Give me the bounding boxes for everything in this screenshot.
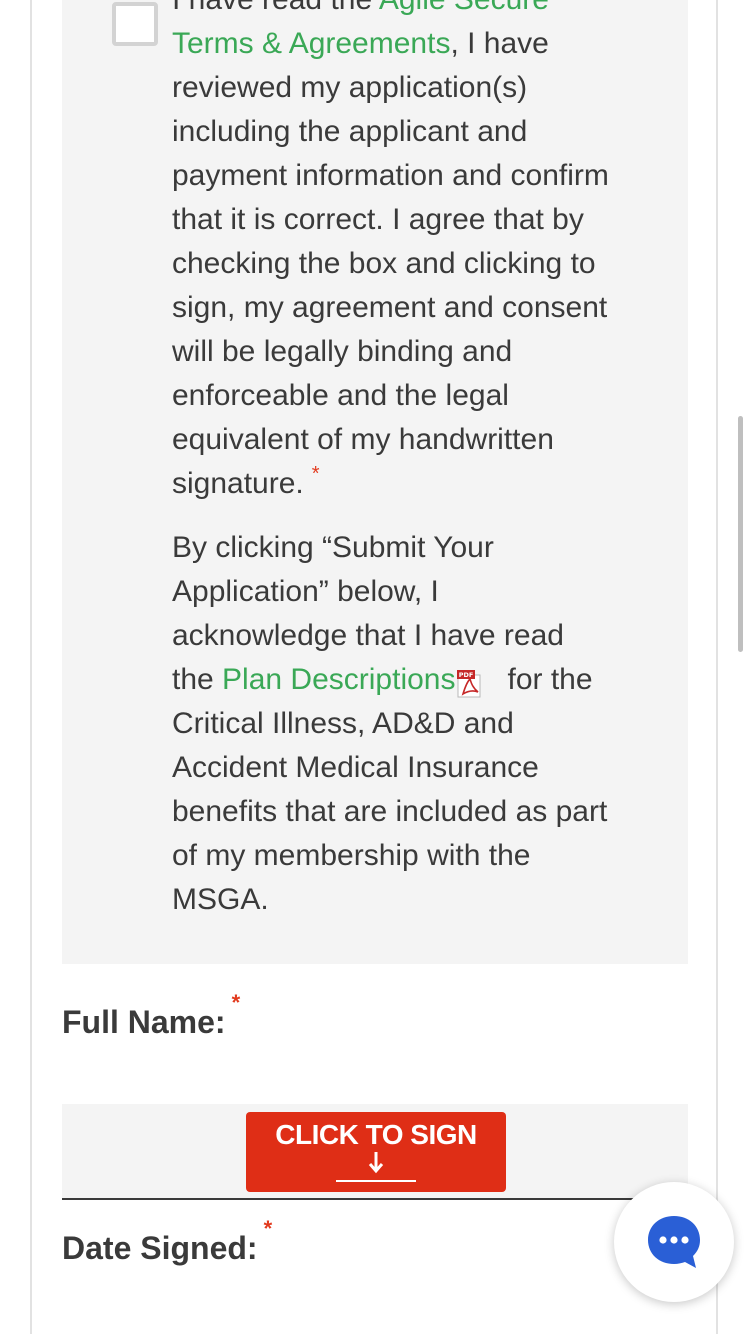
click-to-sign-label: CLICK TO SIGN xyxy=(275,1119,477,1150)
consent-paragraph: I have read the Agile Secure Terms & Agr… xyxy=(172,0,612,506)
required-asterisk: * xyxy=(311,463,320,485)
date-signed-label: Date Signed:* xyxy=(62,1216,272,1267)
date-signed-label-text: Date Signed: xyxy=(62,1230,258,1266)
plan-descriptions-link[interactable]: Plan Descriptions xyxy=(222,663,455,696)
signature-area: CLICK TO SIGN xyxy=(62,1104,688,1200)
pdf-icon[interactable]: PDF xyxy=(457,667,487,698)
consent-checkbox[interactable] xyxy=(112,2,158,46)
chat-icon xyxy=(648,1216,700,1268)
acknowledgement-paragraph: By clicking “Submit Your Application” be… xyxy=(172,526,612,922)
click-to-sign-button[interactable]: CLICK TO SIGN xyxy=(246,1112,506,1192)
full-name-required-asterisk: * xyxy=(231,990,241,1015)
chat-widget-button[interactable] xyxy=(614,1182,734,1302)
consent-text: I have read the Agile Secure Terms & Agr… xyxy=(172,0,612,922)
arrow-down-icon xyxy=(336,1152,416,1182)
date-signed-required-asterisk: * xyxy=(263,1216,273,1241)
scrollbar[interactable] xyxy=(738,416,743,652)
consent-body: , I have reviewed my application(s) incl… xyxy=(172,27,609,500)
full-name-label: Full Name:* xyxy=(62,990,240,1041)
full-name-label-text: Full Name: xyxy=(62,1004,226,1040)
acknowledgement-tail: for the Critical Illness, AD&D and Accid… xyxy=(172,663,608,916)
pdf-badge-text: PDF xyxy=(459,671,474,679)
consent-lead: I have read the xyxy=(172,0,379,16)
